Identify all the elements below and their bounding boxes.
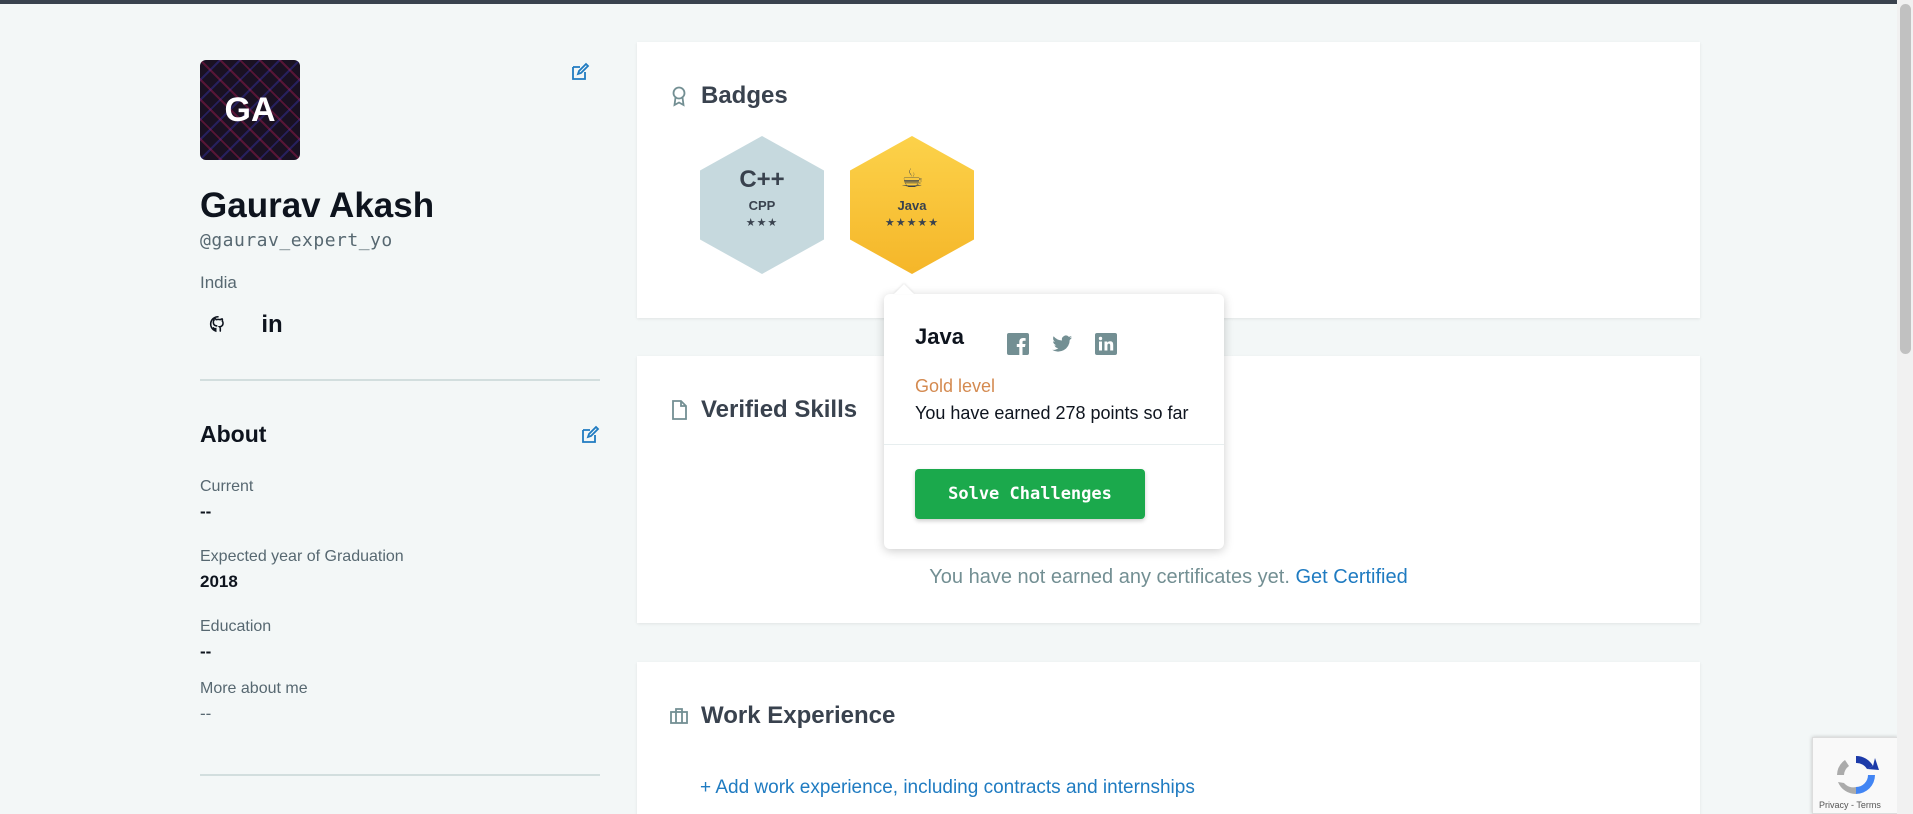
about-field-current: Current -- [200, 478, 600, 522]
field-value: 2018 [200, 572, 238, 591]
badge-level: Gold level [915, 376, 996, 396]
work-experience-card: Work Experience + Add work experience, i… [637, 662, 1700, 814]
badges-card: Badges C++ CPP ★★★ ☕ Java ★★★★★ [637, 42, 1700, 318]
verified-skills-header: Verified Skills [669, 396, 857, 424]
edit-about-icon[interactable] [580, 425, 600, 445]
work-experience-header: Work Experience [669, 702, 895, 730]
empty-text: You have not earned any certificates yet… [929, 566, 1290, 588]
add-work-experience-link[interactable]: + Add work experience, including contrac… [700, 777, 1195, 799]
github-icon[interactable] [204, 311, 232, 339]
scrollbar-thumb[interactable] [1900, 4, 1911, 354]
badge-java[interactable]: ☕ Java ★★★★★ [850, 136, 974, 274]
about-field-education: Education -- [200, 618, 600, 662]
field-value: -- [200, 704, 212, 723]
badge-stars: ★★★ [745, 216, 779, 229]
document-icon [672, 400, 687, 420]
badge-icon [672, 86, 686, 107]
briefcase-icon [670, 708, 688, 724]
divider [200, 774, 600, 776]
about-title: About [200, 421, 267, 447]
share-icons [1006, 332, 1118, 356]
about-field-graduation: Expected year of Graduation 2018 [200, 548, 600, 592]
solve-challenges-button[interactable]: Solve Challenges [915, 469, 1145, 519]
field-value: -- [200, 642, 212, 661]
field-value: -- [200, 502, 212, 521]
badge-popover: Java Gold level You have earned 278 poin… [884, 294, 1224, 549]
verified-skills-title: Verified Skills [701, 396, 858, 423]
badge-label: Java [897, 198, 927, 213]
badge-stars: ★★★★★ [884, 216, 940, 229]
about-field-more: More about me -- [200, 680, 600, 724]
badge-points: You have earned 278 points so far [915, 403, 1189, 423]
recaptcha-icon [1837, 755, 1879, 795]
badges-header: Badges [669, 82, 788, 110]
get-certified-link[interactable]: Get Certified [1295, 566, 1407, 588]
social-links: in [200, 311, 600, 339]
badge-cpp[interactable]: C++ CPP ★★★ [700, 136, 824, 274]
scrollbar[interactable] [1897, 0, 1913, 814]
certificates-empty-message: You have not earned any certificates yet… [637, 566, 1700, 589]
top-bar [0, 0, 1913, 4]
edit-profile-icon[interactable] [570, 62, 590, 82]
linkedin-icon[interactable] [1094, 332, 1118, 356]
avatar: GA [200, 60, 300, 160]
badge-label: CPP [748, 198, 776, 213]
field-label: Education [200, 618, 272, 635]
field-label: More about me [200, 680, 308, 697]
work-experience-title: Work Experience [701, 702, 896, 729]
facebook-icon[interactable] [1006, 332, 1030, 356]
recaptcha-badge[interactable]: Privacy - Terms [1812, 737, 1898, 814]
profile-sidebar: GA Gaurav Akash @gaurav_expert_yo India … [200, 60, 600, 776]
profile-name: Gaurav Akash [200, 186, 435, 225]
cpp-icon: C++ [739, 166, 785, 193]
java-icon: ☕ [900, 164, 924, 194]
field-label: Current [200, 478, 254, 495]
linkedin-icon[interactable]: in [258, 311, 286, 339]
badges-title: Badges [701, 82, 788, 109]
about-header: About [200, 421, 600, 448]
field-label: Expected year of Graduation [200, 548, 404, 565]
avatar-initials: GA [224, 90, 276, 129]
profile-handle: @gaurav_expert_yo [200, 230, 393, 251]
divider [884, 444, 1224, 445]
divider [200, 379, 600, 381]
recaptcha-text[interactable]: Privacy - Terms [1819, 800, 1881, 810]
twitter-icon[interactable] [1050, 332, 1074, 356]
profile-country: India [200, 273, 237, 292]
popover-title: Java [915, 324, 964, 349]
